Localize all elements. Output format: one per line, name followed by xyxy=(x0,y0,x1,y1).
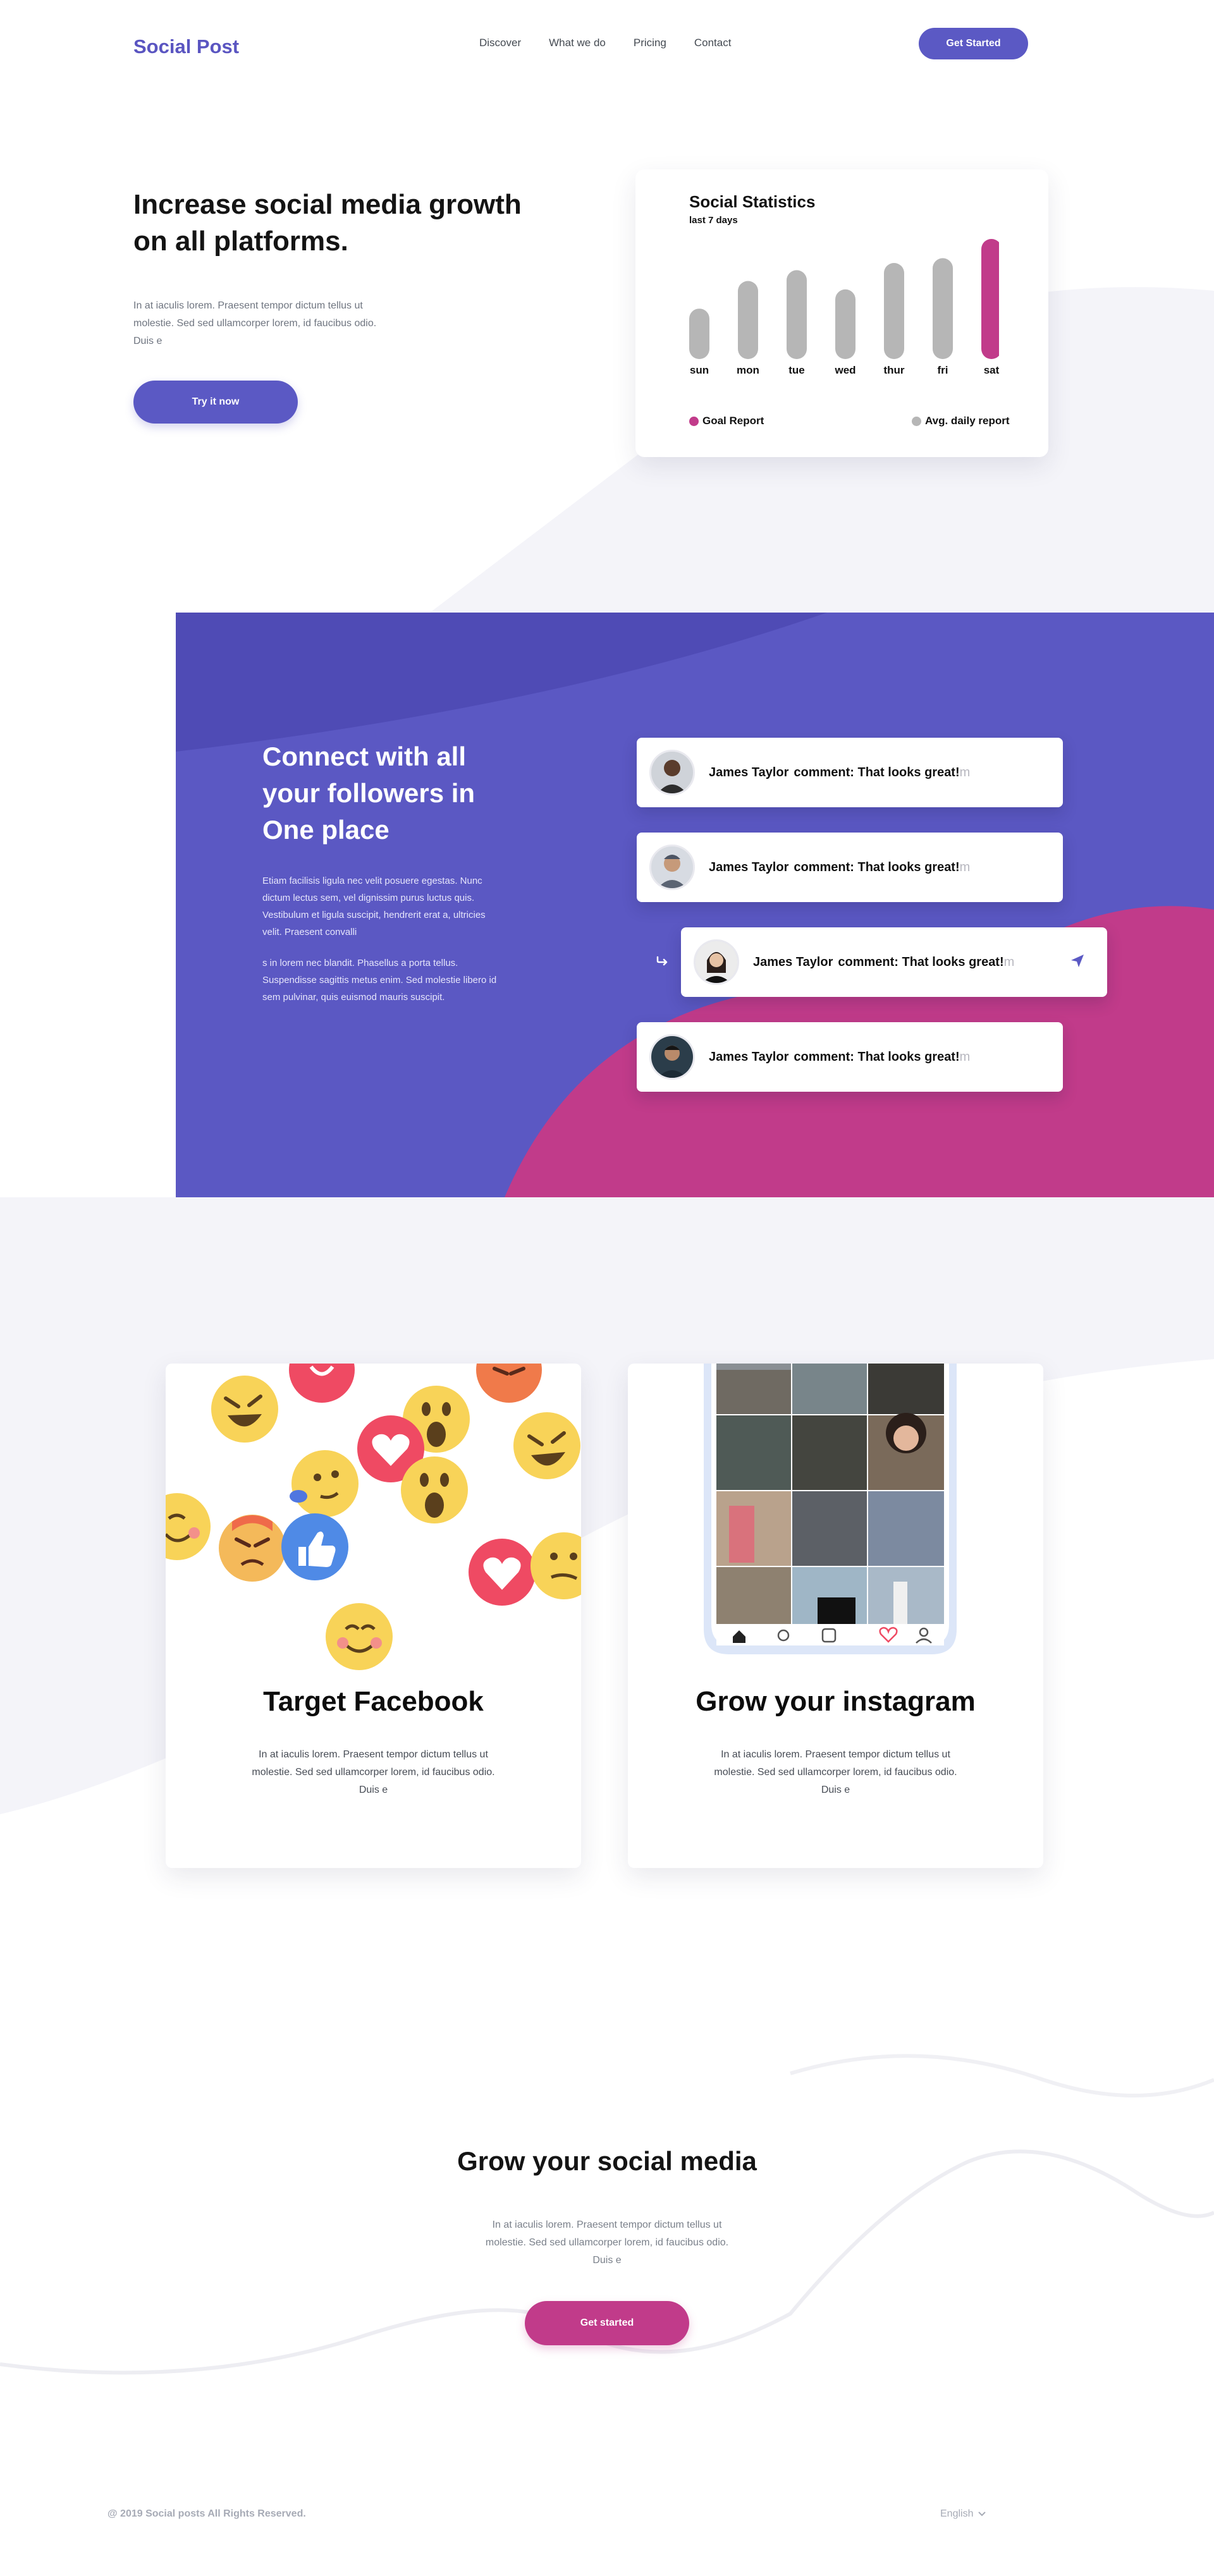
comment-message: comment: That looks great! xyxy=(794,860,960,874)
goal-dot-icon xyxy=(689,416,699,426)
connect-title: Connect with all your followers in One p… xyxy=(262,742,475,845)
facebook-card: Target Facebook In at iaculis lorem. Pra… xyxy=(166,1364,581,1868)
wow-emoji-icon xyxy=(401,1456,468,1523)
comment-message: comment: That looks great! xyxy=(794,765,960,779)
bar-thur xyxy=(884,263,904,359)
like-reaction-icon xyxy=(281,1513,348,1580)
nav-link-pricing[interactable]: Pricing xyxy=(634,37,666,49)
send-icon[interactable] xyxy=(1069,953,1086,969)
comment-card[interactable]: James Taylor comment: That looks great! … xyxy=(637,1022,1063,1092)
bar-tue xyxy=(787,270,807,359)
stats-bar-chart xyxy=(689,239,999,359)
smile-emoji-icon xyxy=(166,1493,211,1560)
avatar xyxy=(649,750,695,795)
day-label-fri: fri xyxy=(937,364,948,376)
heart-reaction-icon xyxy=(289,1364,355,1403)
day-label-thur: thur xyxy=(883,364,905,376)
instagram-card: Grow your instagram In at iaculis lorem.… xyxy=(628,1364,1043,1868)
nav-link-what-we-do[interactable]: What we do xyxy=(549,37,606,49)
comment-author: James Taylor xyxy=(709,860,789,874)
day-label-mon: mon xyxy=(737,364,759,376)
legend-avg: Avg. daily report xyxy=(912,415,1010,427)
connect-paragraph-1: Etiam facilisis ligula nec velit posuere… xyxy=(262,876,486,937)
comment-card[interactable]: James Taylor comment: That looks great! … xyxy=(637,833,1063,902)
facebook-card-title: Target Facebook xyxy=(263,1686,484,1717)
instagram-phone-illustration xyxy=(704,1364,957,1654)
stats-title: Social Statistics xyxy=(689,192,816,211)
footer-copyright: @ 2019 Social posts All Rights Reserved. xyxy=(107,2508,306,2519)
avatar xyxy=(649,1034,695,1080)
comment-trailing-text: m xyxy=(959,765,971,779)
facebook-reactions-illustration xyxy=(166,1364,581,1670)
day-label-wed: wed xyxy=(835,364,856,376)
smile-emoji-icon xyxy=(326,1603,393,1670)
angry-emoji-icon xyxy=(476,1364,542,1403)
get-started-button[interactable]: Get Started xyxy=(919,28,1028,59)
hero-text: In at iaculis lorem. Praesent tempor dic… xyxy=(133,300,377,346)
avatar xyxy=(649,845,695,890)
bar-fri xyxy=(933,258,953,359)
thinking-emoji-icon xyxy=(290,1450,359,1517)
grow-social-media-text: In at iaculis lorem. Praesent tempor dic… xyxy=(485,2219,729,2266)
nav-link-contact[interactable]: Contact xyxy=(694,37,732,49)
heart-reaction-icon xyxy=(469,1539,536,1606)
connect-paragraph-2: s in lorem nec blandit. Phasellus a port… xyxy=(262,958,497,1003)
comment-trailing-text: m xyxy=(959,860,971,874)
bar-sat xyxy=(981,239,999,359)
logo[interactable]: Social Post xyxy=(133,35,239,58)
nav-link-discover[interactable]: Discover xyxy=(479,37,521,49)
instagram-card-title: Grow your instagram xyxy=(696,1686,976,1717)
comment-card-active[interactable]: James Taylor comment: That looks great! … xyxy=(681,927,1107,997)
chevron-down-icon xyxy=(978,2512,986,2517)
language-label: English xyxy=(940,2508,974,2519)
comment-trailing-text: m xyxy=(959,1049,971,1064)
facebook-card-text: In at iaculis lorem. Praesent tempor dic… xyxy=(252,1749,495,1795)
laugh-emoji-icon xyxy=(513,1412,580,1479)
comment-card[interactable]: James Taylor comment: That looks great! … xyxy=(637,738,1063,807)
avg-dot-icon xyxy=(912,416,921,426)
comment-message: comment: That looks great! xyxy=(838,955,1004,969)
angry-emoji-icon xyxy=(219,1515,286,1582)
legend-avg-label: Avg. daily report xyxy=(925,415,1010,427)
bar-sun xyxy=(689,308,709,359)
legend-goal: Goal Report xyxy=(689,415,764,427)
avatar xyxy=(694,939,739,985)
day-label-sun: sun xyxy=(689,364,709,376)
language-selector[interactable]: English xyxy=(940,2508,986,2520)
day-label-tue: tue xyxy=(788,364,805,376)
instagram-card-text: In at iaculis lorem. Praesent tempor dic… xyxy=(714,1749,957,1795)
top-nav: Social Post Discover What we do Pricing … xyxy=(0,0,1214,89)
comment-author: James Taylor xyxy=(753,955,833,969)
comment-author: James Taylor xyxy=(709,1049,789,1064)
try-it-now-button[interactable]: Try it now xyxy=(133,381,298,424)
comment-trailing-text: m xyxy=(1003,955,1015,969)
reply-arrow-icon xyxy=(656,956,668,966)
bar-mon xyxy=(738,281,758,359)
day-label-sat: sat xyxy=(983,364,1000,376)
confused-emoji-icon xyxy=(530,1532,581,1599)
laugh-emoji-icon xyxy=(211,1376,278,1443)
comment-message: comment: That looks great! xyxy=(794,1049,960,1064)
bar-wed xyxy=(835,289,855,359)
social-statistics-card: Social Statistics last 7 days sun mon tue w… xyxy=(635,169,1048,457)
connect-text: Etiam facilisis ligula nec velit posuere… xyxy=(262,872,503,1020)
get-started-cta-button[interactable]: Get started xyxy=(525,2301,689,2345)
comment-author: James Taylor xyxy=(709,765,789,779)
nav-links: Discover What we do Pricing Contact xyxy=(479,37,759,49)
grow-social-media-title: Grow your social media xyxy=(457,2146,757,2176)
hero-title: Increase social media growth on all plat… xyxy=(133,189,522,257)
legend-goal-label: Goal Report xyxy=(702,415,764,427)
